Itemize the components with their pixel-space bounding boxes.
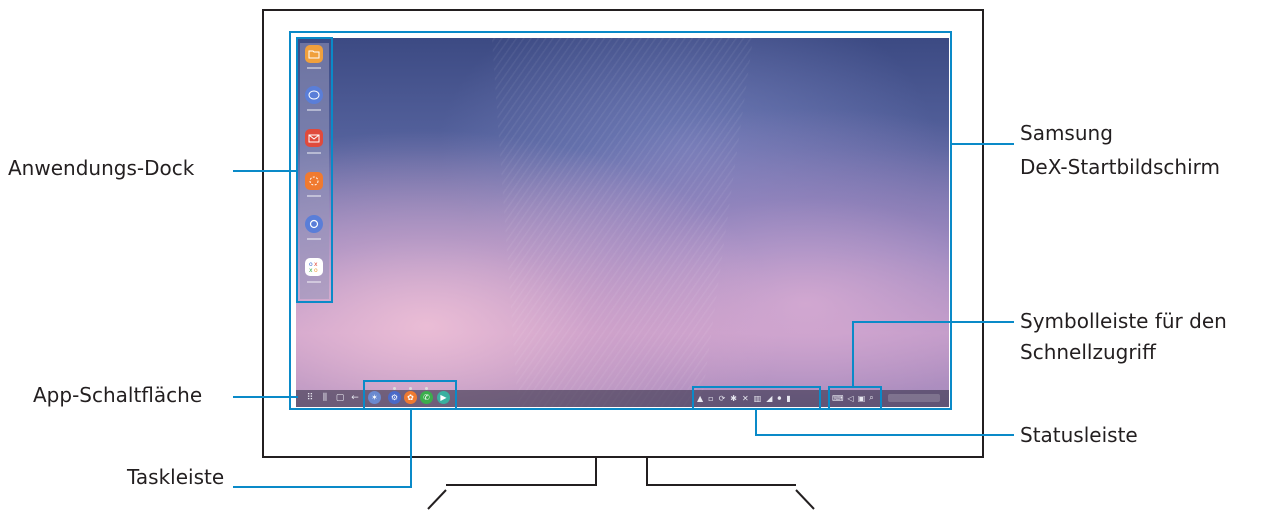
label-quick-line2: Schnellzugriff (1020, 340, 1156, 364)
callout-line-quick-access (948, 321, 1014, 323)
recents-icon[interactable]: ⫼ (320, 391, 330, 405)
apps-grid-icon[interactable]: ⠿ (305, 391, 315, 405)
label-home-line1: Samsung (1020, 121, 1113, 145)
callout-line-taskbar-vertical (410, 410, 412, 488)
callout-line-home-screen (952, 143, 1014, 145)
callout-line-taskbar (233, 486, 412, 488)
callout-line-status-vertical (755, 410, 757, 436)
label-app-button: App-Schaltfläche (33, 383, 203, 407)
statusbar-highlight (692, 386, 821, 410)
clock (888, 394, 940, 402)
taskbar-highlight (363, 380, 457, 410)
back-icon[interactable]: ← (350, 391, 360, 405)
dock-highlight (296, 37, 333, 303)
monitor-stand-base (427, 489, 815, 510)
label-statusbar: Statusleiste (1020, 423, 1138, 447)
quick-access-bracket-top (852, 321, 948, 323)
monitor-stand-neck-right (646, 456, 648, 486)
label-home-line2: DeX-Startbildschirm (1020, 155, 1220, 179)
label-application-dock: Anwendungs-Dock (8, 156, 195, 180)
callout-line-app-button (233, 396, 298, 398)
label-quick-line1: Symbolleiste für den (1020, 309, 1227, 333)
quick-access-bracket-vertical (852, 321, 854, 388)
label-taskbar: Taskleiste (127, 465, 225, 489)
callout-line-dock (233, 170, 298, 172)
quick-access-highlight (828, 386, 882, 410)
callout-line-statusbar (755, 434, 1014, 436)
home-icon[interactable]: ▢ (335, 391, 345, 405)
monitor-stand-neck-left (595, 456, 597, 486)
